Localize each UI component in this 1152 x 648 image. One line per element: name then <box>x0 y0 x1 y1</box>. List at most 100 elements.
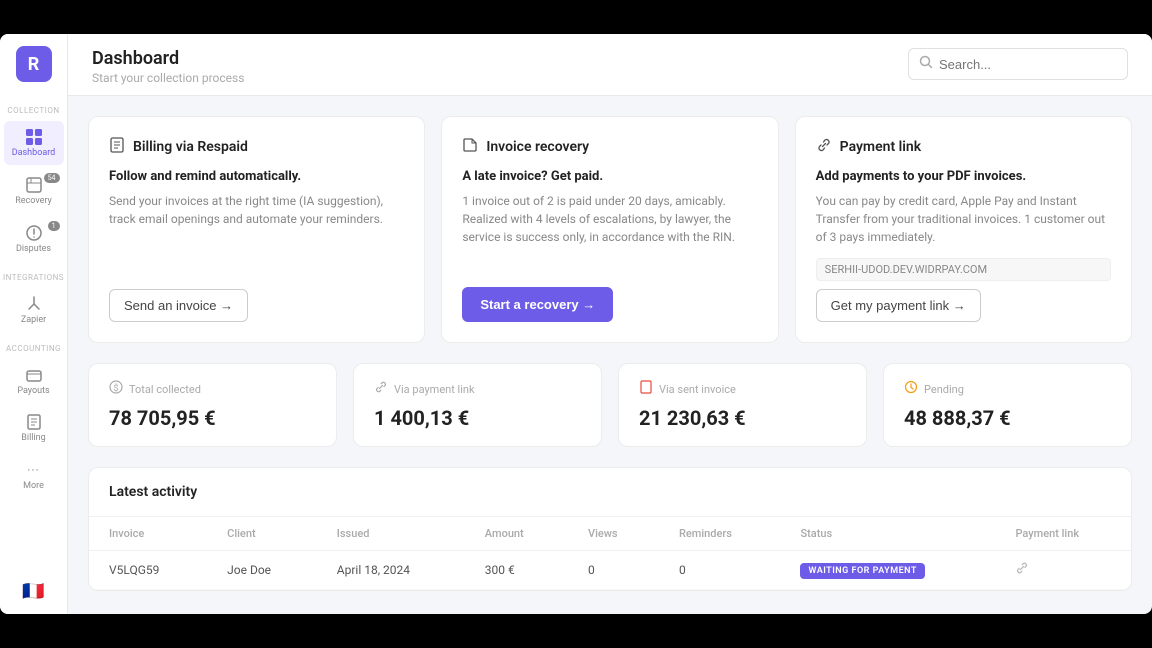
flag-icon: 🇫🇷 <box>22 581 44 602</box>
send-invoice-button[interactable]: Send an invoice → <box>109 289 248 322</box>
payment-link-card-icon <box>816 137 832 157</box>
payouts-icon <box>24 365 44 385</box>
payment-link-card-bold: Add payments to your PDF invoices. <box>816 169 1111 184</box>
disputes-icon <box>24 223 44 243</box>
dashboard-label: Dashboard <box>12 149 56 159</box>
billing-card-title: Billing via Respaid <box>133 139 248 155</box>
search-bar[interactable] <box>908 48 1128 80</box>
total-collected-value: 78 705,95 € <box>109 406 316 430</box>
col-status: Status <box>780 517 995 551</box>
invoice-stat-icon <box>639 380 653 398</box>
recovery-badge: 54 <box>44 173 60 183</box>
billing-icon <box>24 412 44 432</box>
recovery-label: Recovery <box>15 197 52 207</box>
sidebar-item-payouts[interactable]: Payouts <box>4 359 64 403</box>
sidebar-item-recovery[interactable]: Recovery 54 <box>4 169 64 213</box>
via-sent-invoice-label: Via sent invoice <box>639 380 846 398</box>
page-title: Dashboard <box>92 48 244 69</box>
dashboard-icon <box>24 127 44 147</box>
zapier-label: Zapier <box>21 316 46 326</box>
sidebar-item-more[interactable]: ··· More <box>4 454 64 498</box>
billing-label: Billing <box>21 434 45 444</box>
sidebar-item-zapier[interactable]: Zapier <box>4 288 64 332</box>
invoice-recovery-card-header: Invoice recovery <box>462 137 757 157</box>
pending-label: Pending <box>904 380 1111 398</box>
row-payment-link[interactable] <box>995 551 1131 590</box>
col-amount: Amount <box>465 517 568 551</box>
get-payment-link-button[interactable]: Get my payment link → <box>816 289 981 322</box>
payment-link-url: SERHII-UDOD.DEV.WIDRPAY.COM <box>816 258 1111 281</box>
billing-card-desc: Send your invoices at the right time (IA… <box>109 192 404 228</box>
total-collected-label: $ Total collected <box>109 380 316 398</box>
sidebar-item-billing[interactable]: Billing <box>4 406 64 450</box>
dollar-icon: $ <box>109 380 123 398</box>
stat-via-sent-invoice: Via sent invoice 21 230,63 € <box>618 363 867 447</box>
activity-section: Latest activity Invoice Client Issued Am… <box>88 467 1132 591</box>
disputes-badge: 1 <box>48 221 60 231</box>
via-payment-link-value: 1 400,13 € <box>374 406 581 430</box>
payment-link-card-title: Payment link <box>840 139 921 155</box>
table-row[interactable]: V5LQG59 Joe Doe April 18, 2024 300 € 0 0… <box>89 551 1131 590</box>
pending-value: 48 888,37 € <box>904 406 1111 430</box>
more-label: More <box>23 482 44 492</box>
payment-link-card: Payment link Add payments to your PDF in… <box>795 116 1132 343</box>
col-issued: Issued <box>317 517 465 551</box>
row-status: WAITING FOR PAYMENT <box>780 551 995 590</box>
stat-via-payment-link: Via payment link 1 400,13 € <box>353 363 602 447</box>
svg-text:$: $ <box>113 383 118 394</box>
integrations-section-label: INTEGRATIONS <box>0 273 67 282</box>
search-icon <box>919 55 933 73</box>
header: Dashboard Start your collection process <box>68 34 1152 96</box>
start-recovery-button[interactable]: Start a recovery → <box>462 287 613 322</box>
row-invoice: V5LQG59 <box>89 551 207 590</box>
stat-total-collected: $ Total collected 78 705,95 € <box>88 363 337 447</box>
billing-card-icon <box>109 137 125 157</box>
payment-link-card-header: Payment link <box>816 137 1111 157</box>
billing-card-header: Billing via Respaid <box>109 137 404 157</box>
invoice-recovery-card: Invoice recovery A late invoice? Get pai… <box>441 116 778 343</box>
page-subtitle: Start your collection process <box>92 71 244 85</box>
accounting-section-label: ACCOUNTING <box>0 344 67 353</box>
feature-cards: Billing via Respaid Follow and remind au… <box>88 116 1132 343</box>
disputes-label: Disputes <box>16 245 51 255</box>
link-stat-icon <box>374 380 388 398</box>
row-reminders: 0 <box>659 551 781 590</box>
recovery-icon <box>24 175 44 195</box>
payouts-label: Payouts <box>17 387 49 397</box>
more-icon: ··· <box>24 460 44 480</box>
col-reminders: Reminders <box>659 517 781 551</box>
stat-pending: Pending 48 888,37 € <box>883 363 1132 447</box>
activity-table: Invoice Client Issued Amount Views Remin… <box>89 517 1131 590</box>
zapier-icon <box>24 294 44 314</box>
via-payment-link-label: Via payment link <box>374 380 581 398</box>
sidebar-item-disputes[interactable]: Disputes 1 <box>4 217 64 261</box>
collection-section-label: COLLECTION <box>0 106 67 115</box>
sidebar-item-dashboard[interactable]: Dashboard <box>4 121 64 165</box>
status-badge: WAITING FOR PAYMENT <box>800 563 924 579</box>
row-views: 0 <box>568 551 659 590</box>
app-logo[interactable]: R <box>16 46 52 82</box>
pending-icon <box>904 380 918 398</box>
invoice-recovery-card-desc: 1 invoice out of 2 is paid under 20 days… <box>462 192 757 246</box>
activity-title: Latest activity <box>89 468 1131 517</box>
main-area: Dashboard Start your collection process <box>68 34 1152 614</box>
header-text: Dashboard Start your collection process <box>92 48 244 85</box>
row-link-icon[interactable] <box>1015 563 1029 579</box>
col-payment-link: Payment link <box>995 517 1131 551</box>
col-views: Views <box>568 517 659 551</box>
row-issued: April 18, 2024 <box>317 551 465 590</box>
payment-link-card-desc: You can pay by credit card, Apple Pay an… <box>816 192 1111 246</box>
sidebar: R COLLECTION Dashboard <box>0 34 68 614</box>
row-client: Joe Doe <box>207 551 317 590</box>
via-sent-invoice-value: 21 230,63 € <box>639 406 846 430</box>
billing-card-bold: Follow and remind automatically. <box>109 169 404 184</box>
invoice-recovery-card-bold: A late invoice? Get paid. <box>462 169 757 184</box>
invoice-recovery-card-title: Invoice recovery <box>486 139 589 155</box>
search-input[interactable] <box>939 57 1117 72</box>
stats-row: $ Total collected 78 705,95 € <box>88 363 1132 447</box>
col-invoice: Invoice <box>89 517 207 551</box>
content-area: Billing via Respaid Follow and remind au… <box>68 96 1152 614</box>
invoice-recovery-card-icon <box>462 137 478 157</box>
row-amount: 300 € <box>465 551 568 590</box>
app-window: R COLLECTION Dashboard <box>0 34 1152 614</box>
